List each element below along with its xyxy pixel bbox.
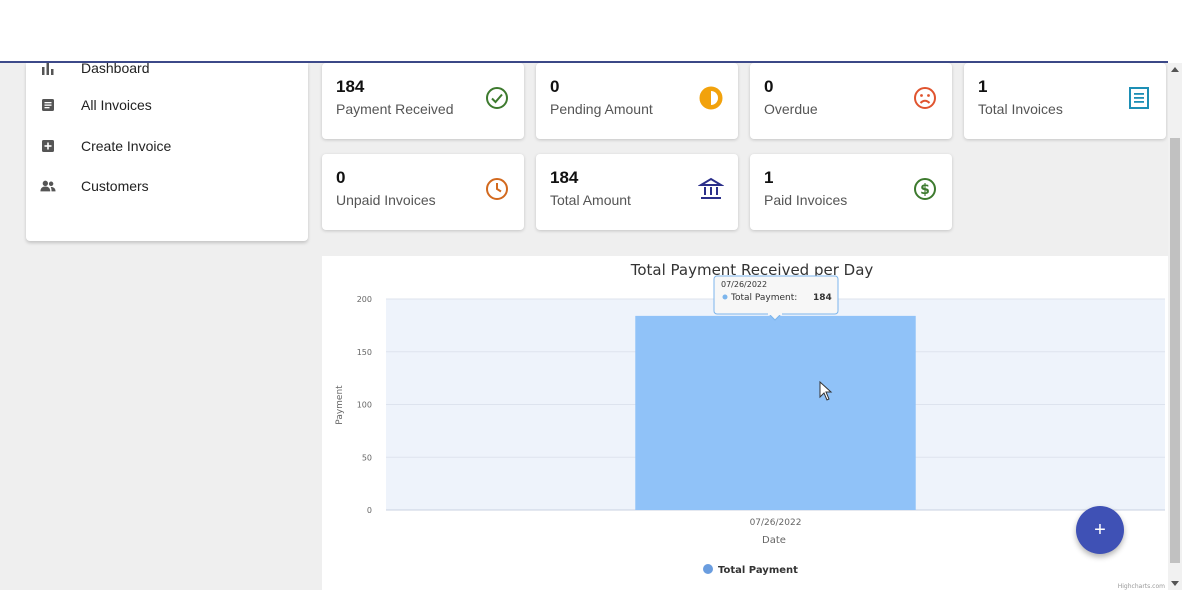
x-axis-label: Date [762,535,786,546]
dollar-circle-icon: $ [914,178,936,200]
scroll-down-icon[interactable] [1171,581,1179,586]
y-tick-label: 50 [362,453,372,462]
card-value: 0 [336,168,346,187]
frown-icon [914,87,936,109]
sidebar-item-customers[interactable]: Customers [26,171,308,201]
sidebar-item-create-invoice[interactable]: Create Invoice [26,131,308,161]
card-value: 1 [764,168,774,187]
sidebar-item-all-invoices[interactable]: All Invoices [26,90,308,120]
payment-bar-chart: 050100150200 Total Payment Received per … [335,261,1165,590]
y-tick-label: 200 [357,295,372,304]
card-label: Pending Amount [550,101,653,117]
clock-icon [486,178,508,200]
chart-tooltip: 07/26/2022 Total Payment: 184 [713,275,839,321]
sidebar-item-label: All Invoices [81,97,152,113]
card-pending-amount: 0 Pending Amount [536,63,738,139]
add-box-icon [40,138,56,154]
legend-label: Total Payment [718,565,798,576]
tooltip-marker [722,294,728,300]
pie-icon [699,86,723,110]
bank-icon [698,177,724,199]
add-fab-button[interactable]: + [1076,506,1124,554]
card-payment-received: 184 Payment Received [322,63,524,139]
card-paid-invoices: 1 Paid Invoices $ [750,154,952,230]
card-value: 184 [550,168,579,187]
legend-item-total-payment[interactable]: Total Payment [703,564,798,576]
invoice-list-icon [1129,87,1149,109]
card-total-amount: 184 Total Amount [536,154,738,230]
tooltip-series-label: Total Payment: [730,293,797,303]
payment-chart-panel: 0 50 100 150 200 Total Payment Received per … [322,256,1168,590]
card-unpaid-invoices: 0 Unpaid Invoices [322,154,524,230]
scrollbar-thumb[interactable] [1170,138,1180,563]
card-label: Total Invoices [978,101,1063,117]
card-overdue: 0 Overdue [750,63,952,139]
x-tick-label: 07/26/2022 [750,518,802,528]
card-label: Overdue [764,101,818,117]
scroll-up-icon[interactable] [1171,67,1179,72]
people-icon [40,178,56,194]
card-value: 1 [978,77,988,96]
card-label: Total Amount [550,192,631,208]
y-tick-label: 100 [357,401,372,410]
bar-chart-icon [40,60,56,76]
y-tick-label: 0 [367,506,372,515]
sidebar-item-dashboard[interactable]: Dashboard [26,53,308,83]
vertical-scrollbar[interactable] [1168,63,1182,590]
check-circle-icon [486,87,508,109]
document-icon [40,97,56,113]
sidebar-item-label: Dashboard [81,60,150,76]
svg-text:$: $ [920,182,930,198]
tooltip-title: 07/26/2022 [721,280,767,289]
card-value: 0 [764,77,774,96]
sidebar-item-label: Create Invoice [81,138,172,154]
bottom-edge [0,590,1182,596]
plus-icon: + [1094,518,1106,541]
tooltip-value: 184 [813,293,832,303]
sidebar-menu: Dashboard All Invoices Create Invoice Cu… [26,60,308,241]
sidebar-item-label: Customers [81,178,149,194]
card-label: Payment Received [336,101,454,117]
bar[interactable] [635,315,916,510]
y-axis-label: Payment [335,385,345,425]
card-total-invoices: 1 Total Invoices [964,63,1166,139]
card-label: Paid Invoices [764,192,848,208]
card-label: Unpaid Invoices [336,192,436,208]
chart-credits[interactable]: Highcharts.com [1118,583,1165,590]
y-tick-label: 150 [357,348,372,357]
legend-marker [703,564,713,574]
card-value: 0 [550,77,560,96]
card-value: 184 [336,77,365,96]
